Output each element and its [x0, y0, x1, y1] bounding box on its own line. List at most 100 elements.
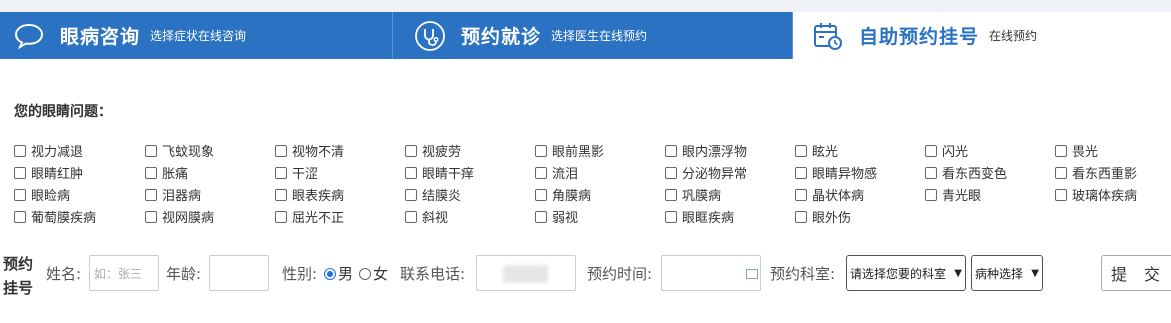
symptom-label: 葡萄膜疾病 [31, 211, 97, 226]
symptom-checkbox[interactable]: 视网膜病 [145, 207, 214, 226]
age-input[interactable] [209, 255, 269, 291]
disease-select-value: 病种选择 [975, 266, 1024, 281]
symptom-checkbox[interactable]: 晶状体病 [795, 185, 864, 204]
top-strip [0, 0, 1171, 12]
symptom-checkbox[interactable]: 干涩 [275, 163, 318, 182]
time-input[interactable] [661, 255, 761, 291]
symptom-checkbox[interactable]: 视物不清 [275, 141, 344, 160]
symptom-checkbox[interactable]: 飞蚊现象 [145, 141, 214, 160]
checkbox-box [275, 144, 287, 157]
symptom-label: 眼表疾病 [292, 189, 345, 204]
checkbox-box [665, 188, 677, 201]
symptom-checkbox[interactable]: 玻璃体疾病 [1055, 185, 1137, 204]
symptom-checkbox[interactable]: 泪器病 [145, 185, 201, 204]
symptom-label: 玻璃体疾病 [1072, 189, 1138, 204]
symptom-checkbox[interactable]: 斜视 [405, 207, 448, 226]
symptom-checkbox[interactable]: 看东西重影 [1055, 163, 1137, 182]
chevron-down-icon: ▼ [1031, 267, 1039, 279]
symptom-label: 眼外伤 [812, 211, 852, 226]
phone-label: 联系电话: [400, 265, 466, 283]
symptom-label: 眼内漂浮物 [682, 145, 748, 160]
symptom-checkbox[interactable]: 眩光 [795, 141, 838, 160]
checkbox-box [405, 144, 417, 157]
symptom-label: 视物不清 [292, 145, 345, 160]
symptom-checkbox[interactable]: 闪光 [925, 141, 968, 160]
question-title: 您的眼睛问题： [14, 104, 112, 120]
symptom-checkbox[interactable]: 眼眶疾病 [665, 207, 734, 226]
symptom-checkbox[interactable]: 弱视 [535, 207, 578, 226]
gender-label: 性别: [282, 265, 318, 283]
symptom-checkbox[interactable]: 视力减退 [14, 141, 83, 160]
tab-eye-consult[interactable]: 眼病咨询 选择症状在线咨询 [0, 12, 393, 59]
registration-form: 预约挂号 姓名: 如：张三 年龄: 性别: 男 女 联系电话: 预约时间: 预约… [0, 250, 1171, 300]
stethoscope-icon [413, 19, 447, 53]
tab-subtitle: 选择症状在线咨询 [150, 29, 247, 43]
symptom-label: 干涩 [292, 167, 319, 182]
symptom-checkbox[interactable]: 青光眼 [925, 185, 981, 204]
name-input[interactable]: 如：张三 [89, 255, 159, 291]
radio-unchecked [359, 267, 371, 280]
symptom-label: 泪器病 [162, 189, 202, 204]
checkbox-box [535, 166, 547, 179]
name-placeholder: 如：张三 [94, 266, 143, 281]
symptom-label: 眼睛干痒 [422, 167, 475, 182]
checkbox-box [14, 188, 26, 201]
checkbox-box [1055, 188, 1067, 201]
symptom-checkbox[interactable]: 眼前黑影 [535, 141, 604, 160]
symptom-label: 视疲劳 [422, 145, 462, 160]
tab-subtitle: 选择医生在线预约 [551, 29, 648, 43]
checkbox-box [925, 166, 937, 179]
symptom-checkbox[interactable]: 眼睑病 [14, 185, 70, 204]
disease-select[interactable]: 病种选择 ▼ [971, 255, 1043, 291]
symptom-checkbox[interactable]: 眼内漂浮物 [665, 141, 747, 160]
registration-label: 预约挂号 [3, 255, 34, 297]
symptom-label: 晶状体病 [812, 189, 865, 204]
checkbox-box [1055, 166, 1067, 179]
symptom-label: 眩光 [812, 145, 839, 160]
tab-appointment[interactable]: 预约就诊 选择医生在线预约 [393, 12, 793, 59]
gender-male-radio[interactable]: 男 [324, 263, 353, 284]
submit-button[interactable]: 提 交 [1101, 255, 1171, 291]
symptom-checkbox[interactable]: 分泌物异常 [665, 163, 747, 182]
age-label: 年龄: [166, 265, 202, 283]
dept-select-value: 请选择您要的科室 [850, 266, 947, 281]
symptom-checkbox[interactable]: 巩膜病 [665, 185, 721, 204]
symptom-checkbox[interactable]: 角膜病 [535, 185, 591, 204]
symptom-checkbox[interactable]: 葡萄膜疾病 [14, 207, 96, 226]
phone-input[interactable] [476, 255, 576, 291]
checkbox-box [665, 144, 677, 157]
symptom-checkbox[interactable]: 眼表疾病 [275, 185, 344, 204]
symptom-checkbox[interactable]: 视疲劳 [405, 141, 461, 160]
gender-male-label: 男 [338, 265, 354, 283]
symptom-checkbox[interactable]: 流泪 [535, 163, 578, 182]
symptom-label: 看东西变色 [942, 167, 1008, 182]
symptom-label: 弱视 [552, 211, 579, 226]
symptom-checkbox[interactable]: 屈光不正 [275, 207, 344, 226]
symptom-label: 屈光不正 [292, 211, 345, 226]
symptom-checkbox[interactable]: 眼睛干痒 [405, 163, 474, 182]
symptom-checkbox[interactable]: 眼睛红肿 [14, 163, 83, 182]
checkbox-box [14, 166, 26, 179]
checkbox-box [795, 188, 807, 201]
tab-bar: 眼病咨询 选择症状在线咨询 预约就诊 选择医生在线预约 自助预约挂号 在线预约 [0, 12, 1171, 59]
gender-female-radio[interactable]: 女 [359, 263, 388, 284]
symptom-checkbox[interactable]: 胀痛 [145, 163, 188, 182]
calendar-icon[interactable] [746, 269, 758, 279]
symptom-label: 看东西重影 [1072, 167, 1138, 182]
symptom-label: 眼睛异物感 [812, 167, 878, 182]
symptom-label: 角膜病 [552, 189, 592, 204]
checkbox-box [14, 210, 26, 223]
symptom-checkbox[interactable]: 看东西变色 [925, 163, 1007, 182]
symptom-label: 眼前黑影 [552, 145, 605, 160]
symptom-checkbox[interactable]: 眼外伤 [795, 207, 851, 226]
checkbox-box [1055, 144, 1067, 157]
symptom-label: 青光眼 [942, 189, 982, 204]
symptom-checkbox[interactable]: 畏光 [1055, 141, 1098, 160]
name-label: 姓名: [46, 265, 82, 283]
checkbox-box [925, 144, 937, 157]
symptom-checkbox[interactable]: 眼睛异物感 [795, 163, 877, 182]
dept-select[interactable]: 请选择您要的科室 ▼ [846, 255, 966, 291]
tab-self-registration[interactable]: 自助预约挂号 在线预约 [793, 12, 1171, 59]
symptom-checkbox[interactable]: 结膜炎 [405, 185, 461, 204]
gender-female-label: 女 [373, 265, 389, 283]
